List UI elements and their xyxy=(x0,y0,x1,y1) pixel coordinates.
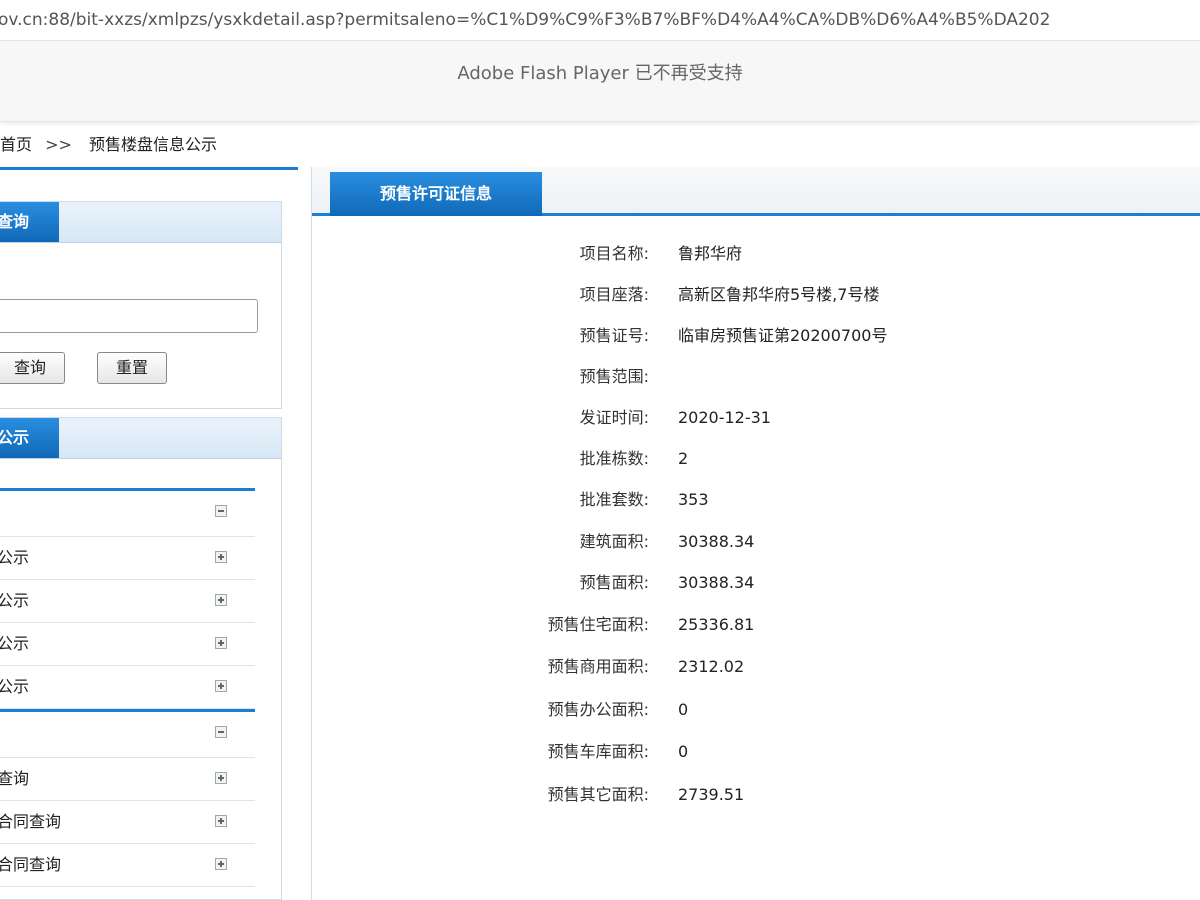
nav-group-header[interactable] xyxy=(0,491,255,537)
expand-icon[interactable] xyxy=(215,772,227,784)
breadcrumb-home[interactable]: 首页 xyxy=(0,135,32,154)
field-value: 30388.34 xyxy=(678,573,755,592)
field-value: 30388.34 xyxy=(678,532,755,551)
field-label: 预售范围: xyxy=(579,367,649,386)
nav-tree: 公示 公示 公示 公示 查询 合同查询 合同查询 xyxy=(0,488,255,887)
info-row: 发证时间: 2020-12-31 xyxy=(312,403,1200,433)
field-value: 2739.51 xyxy=(678,785,745,804)
info-row: 预售证号: 临审房预售证第20200700号 xyxy=(312,321,1200,351)
field-value: 353 xyxy=(678,490,709,509)
field-value: 高新区鲁邦华府5号楼,7号楼 xyxy=(678,285,880,304)
info-row: 预售面积: 30388.34 xyxy=(312,568,1200,598)
nav-item[interactable]: 查询 xyxy=(0,758,255,801)
field-value: 0 xyxy=(678,742,689,761)
nav-item[interactable]: 公示 xyxy=(0,537,255,580)
expand-icon[interactable] xyxy=(215,858,227,870)
field-label: 批准栋数: xyxy=(579,449,649,468)
search-input[interactable] xyxy=(0,299,258,333)
field-label: 预售车库面积: xyxy=(547,742,649,761)
main-content: 预售许可证信息 项目名称: 鲁邦华府 项目座落: 高新区鲁邦华府5号楼,7号楼 … xyxy=(311,167,1200,900)
main-tab-bar: 预售许可证信息 xyxy=(312,167,1200,216)
nav-item-label: 公示 xyxy=(0,591,30,610)
field-value: 0 xyxy=(678,700,689,719)
url-text[interactable]: ov.cn:88/bit-xxzs/xmlpzs/ysxkdetail.asp?… xyxy=(0,0,1050,40)
reset-button[interactable]: 重置 xyxy=(97,352,167,384)
info-row: 预售其它面积: 2739.51 xyxy=(312,780,1200,810)
info-row: 预售车库面积: 0 xyxy=(312,737,1200,767)
nav-item-label: 公示 xyxy=(0,634,30,653)
field-label: 预售办公面积: xyxy=(547,700,649,719)
info-row: 批准栋数: 2 xyxy=(312,444,1200,474)
info-row: 项目座落: 高新区鲁邦华府5号楼,7号楼 xyxy=(312,280,1200,310)
nav-item[interactable]: 公示 xyxy=(0,580,255,623)
field-label: 预售面积: xyxy=(579,573,649,592)
info-row: 预售商用面积: 2312.02 xyxy=(312,652,1200,682)
query-button[interactable]: 查询 xyxy=(0,352,65,384)
field-value: 25336.81 xyxy=(678,615,755,634)
nav-item-label: 查询 xyxy=(0,769,30,788)
nav-item-label: 合同查询 xyxy=(0,812,62,831)
search-panel-header: 查询 xyxy=(0,202,281,243)
field-label: 建筑面积: xyxy=(579,532,649,551)
info-row: 批准套数: 353 xyxy=(312,485,1200,515)
tab-permit-info[interactable]: 预售许可证信息 xyxy=(330,172,542,216)
expand-icon[interactable] xyxy=(215,594,227,606)
nav-group: 查询 合同查询 合同查询 xyxy=(0,709,255,887)
collapse-icon[interactable] xyxy=(215,726,227,738)
nav-item-label: 公示 xyxy=(0,677,30,696)
info-row: 建筑面积: 30388.34 xyxy=(312,527,1200,557)
nav-item[interactable]: 公示 xyxy=(0,623,255,666)
nav-panel-title: 公示 xyxy=(0,418,59,458)
field-value: 鲁邦华府 xyxy=(678,244,743,263)
expand-icon[interactable] xyxy=(215,815,227,827)
nav-item[interactable]: 公示 xyxy=(0,666,255,709)
field-label: 预售其它面积: xyxy=(547,785,649,804)
nav-group: 公示 公示 公示 公示 xyxy=(0,488,255,709)
address-bar[interactable]: ov.cn:88/bit-xxzs/xmlpzs/ysxkdetail.asp?… xyxy=(0,0,1200,41)
info-row: 项目名称: 鲁邦华府 xyxy=(312,239,1200,269)
nav-item[interactable]: 合同查询 xyxy=(0,844,255,887)
field-label: 项目名称: xyxy=(579,244,649,263)
sidebar-top-divider xyxy=(0,167,298,170)
expand-icon[interactable] xyxy=(215,637,227,649)
field-value: 临审房预售证第20200700号 xyxy=(678,326,888,345)
expand-icon[interactable] xyxy=(215,680,227,692)
expand-icon[interactable] xyxy=(215,551,227,563)
nav-panel-header: 公示 xyxy=(0,418,281,459)
info-row: 预售办公面积: 0 xyxy=(312,695,1200,725)
field-label: 项目座落: xyxy=(579,285,649,304)
nav-item-label: 合同查询 xyxy=(0,855,62,874)
field-label: 预售证号: xyxy=(579,326,649,345)
field-value: 2 xyxy=(678,449,689,468)
info-row: 预售住宅面积: 25336.81 xyxy=(312,610,1200,640)
field-label: 批准套数: xyxy=(579,490,649,509)
left-sidebar: 查询 查询 重置 公示 公示 公示 公示 公示 查询 合同查询 合同查询 xyxy=(0,167,298,900)
field-label: 预售住宅面积: xyxy=(547,615,649,634)
breadcrumb: 首页 >> 预售楼盘信息公示 xyxy=(0,131,217,159)
flash-notice-text: Adobe Flash Player 已不再受支持 xyxy=(457,63,743,84)
collapse-icon[interactable] xyxy=(215,505,227,517)
field-label: 预售商用面积: xyxy=(547,657,649,676)
field-value: 2312.02 xyxy=(678,657,745,676)
field-value: 2020-12-31 xyxy=(678,408,771,427)
nav-item-label: 公示 xyxy=(0,548,30,567)
nav-panel: 公示 公示 公示 公示 公示 查询 合同查询 合同查询 xyxy=(0,417,282,900)
nav-item[interactable]: 合同查询 xyxy=(0,801,255,844)
search-panel-title: 查询 xyxy=(0,202,59,242)
breadcrumb-separator: >> xyxy=(45,135,72,154)
breadcrumb-current: 预售楼盘信息公示 xyxy=(89,135,218,154)
field-label: 发证时间: xyxy=(579,408,649,427)
info-row: 预售范围: xyxy=(312,362,1200,392)
flash-notice-bar: Adobe Flash Player 已不再受支持 xyxy=(0,41,1200,122)
nav-group-header[interactable] xyxy=(0,712,255,758)
search-panel: 查询 查询 重置 xyxy=(0,201,282,409)
